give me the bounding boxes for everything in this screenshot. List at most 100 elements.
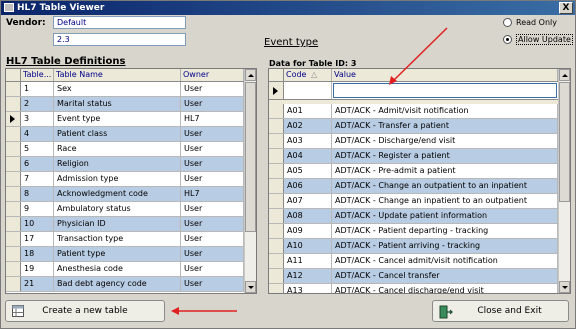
- new-row-editor[interactable]: [269, 82, 558, 100]
- table-row[interactable]: A04 ADT/ACK - Register a patient: [269, 149, 558, 164]
- table-row[interactable]: A07 ADT/ACK - Change an inpatient to an o…: [269, 194, 558, 209]
- cell-code[interactable]: A02: [284, 119, 332, 133]
- cell-code[interactable]: A07: [284, 194, 332, 208]
- row-indicator[interactable]: [269, 209, 284, 223]
- row-indicator[interactable]: [6, 142, 21, 156]
- cell-code[interactable]: A13: [284, 284, 332, 293]
- cell-table-id[interactable]: 19: [21, 262, 54, 276]
- allow-update-radio[interactable]: Allow Update: [503, 34, 573, 45]
- table-row[interactable]: A11 ADT/ACK - Cancel admit/visit notifica…: [269, 254, 558, 269]
- close-window-button[interactable]: X: [559, 2, 573, 14]
- table-row[interactable]: A10 ADT/ACK - Patient arriving - tracking: [269, 239, 558, 254]
- cell-table-name[interactable]: Religion: [54, 157, 181, 171]
- row-indicator[interactable]: [6, 247, 21, 261]
- row-indicator[interactable]: [6, 127, 21, 141]
- cell-value[interactable]: ADT/ACK - Patient departing - tracking: [332, 224, 558, 238]
- cell-code[interactable]: A12: [284, 269, 332, 283]
- row-indicator[interactable]: [269, 194, 284, 208]
- create-table-button[interactable]: Create a new table: [5, 300, 165, 322]
- cell-owner[interactable]: User: [181, 127, 244, 141]
- cell-table-name[interactable]: Admission type: [54, 172, 181, 186]
- scroll-thumb[interactable]: [559, 82, 570, 202]
- cell-value[interactable]: ADT/ACK - Update patient information: [332, 209, 558, 223]
- cell-code[interactable]: A06: [284, 179, 332, 193]
- row-indicator[interactable]: [269, 224, 284, 238]
- allow-update-radio-circle[interactable]: [503, 35, 512, 44]
- table-row[interactable]: A03 ADT/ACK - Discharge/end visit: [269, 134, 558, 149]
- cell-value[interactable]: ADT/ACK - Change an inpatient to an outp…: [332, 194, 558, 208]
- cell-value[interactable]: ADT/ACK - Admit/visit notification: [332, 104, 558, 118]
- row-indicator[interactable]: [269, 254, 284, 268]
- row-indicator[interactable]: [6, 187, 21, 201]
- table-row[interactable]: A05 ADT/ACK - Pre-admit a patient: [269, 164, 558, 179]
- cell-code[interactable]: A11: [284, 254, 332, 268]
- cell-value[interactable]: ADT/ACK - Change an outpatient to an inp…: [332, 179, 558, 193]
- scroll-up-button[interactable]: [559, 69, 570, 81]
- table-row[interactable]: 21 Bad debt agency code User: [6, 277, 244, 292]
- row-indicator[interactable]: [6, 277, 21, 291]
- cell-table-name[interactable]: Physician ID: [54, 217, 181, 231]
- cell-table-name[interactable]: Marital status: [54, 97, 181, 111]
- table-row[interactable]: 5 Race User: [6, 142, 244, 157]
- cell-owner[interactable]: User: [181, 247, 244, 261]
- cell-table-id[interactable]: 3: [21, 112, 54, 126]
- cell-code[interactable]: A01: [284, 104, 332, 118]
- table-row[interactable]: 6 Religion User: [6, 157, 244, 172]
- table-row[interactable]: A06 ADT/ACK - Change an outpatient to an …: [269, 179, 558, 194]
- row-indicator[interactable]: [6, 97, 21, 111]
- table-row[interactable]: 4 Patient class User: [6, 127, 244, 142]
- scroll-down-button[interactable]: [245, 281, 256, 293]
- cell-table-name[interactable]: Sex: [54, 82, 181, 96]
- table-row[interactable]: A09 ADT/ACK - Patient departing - trackin…: [269, 224, 558, 239]
- row-indicator[interactable]: [269, 149, 284, 163]
- row-indicator[interactable]: [269, 179, 284, 193]
- table-row[interactable]: 19 Anesthesia code User: [6, 262, 244, 277]
- table-row[interactable]: A01 ADT/ACK - Admit/visit notification: [269, 104, 558, 119]
- row-indicator[interactable]: [269, 119, 284, 133]
- table-row[interactable]: 18 Patient type User: [6, 247, 244, 262]
- table-row[interactable]: 8 Acknowledgment code HL7: [6, 187, 244, 202]
- cell-owner[interactable]: HL7: [181, 112, 244, 126]
- vendor-name-field[interactable]: Default: [53, 16, 186, 29]
- scroll-up-button[interactable]: [245, 69, 256, 81]
- table-row[interactable]: A08 ADT/ACK - Update patient information: [269, 209, 558, 224]
- cell-table-id[interactable]: 7: [21, 172, 54, 186]
- cell-table-id[interactable]: 1: [21, 82, 54, 96]
- table-row[interactable]: 17 Transaction type User: [6, 232, 244, 247]
- scroll-thumb[interactable]: [245, 82, 256, 232]
- cell-value[interactable]: ADT/ACK - Cancel admit/visit notificatio…: [332, 254, 558, 268]
- row-indicator[interactable]: [269, 164, 284, 178]
- cell-code[interactable]: A08: [284, 209, 332, 223]
- cell-table-id[interactable]: 6: [21, 157, 54, 171]
- table-row[interactable]: 3 Event type HL7: [6, 112, 244, 127]
- cell-owner[interactable]: User: [181, 202, 244, 216]
- cell-owner[interactable]: User: [181, 232, 244, 246]
- col-code[interactable]: Code △: [284, 69, 332, 81]
- row-indicator[interactable]: [269, 104, 284, 118]
- row-indicator[interactable]: [6, 157, 21, 171]
- cell-table-name[interactable]: Ambulatory status: [54, 202, 181, 216]
- row-indicator[interactable]: [6, 82, 21, 96]
- cell-owner[interactable]: User: [181, 157, 244, 171]
- cell-value[interactable]: ADT/ACK - Register a patient: [332, 149, 558, 163]
- table-row[interactable]: 2 Marital status User: [6, 97, 244, 112]
- cell-table-id[interactable]: 2: [21, 97, 54, 111]
- cell-table-id[interactable]: 18: [21, 247, 54, 261]
- cell-code[interactable]: A05: [284, 164, 332, 178]
- definitions-scrollbar[interactable]: [244, 69, 256, 293]
- table-row[interactable]: A12 ADT/ACK - Cancel transfer: [269, 269, 558, 284]
- cell-code[interactable]: A03: [284, 134, 332, 148]
- cell-table-name[interactable]: Patient class: [54, 127, 181, 141]
- cell-table-name[interactable]: Patient type: [54, 247, 181, 261]
- cell-table-id[interactable]: 10: [21, 217, 54, 231]
- table-row[interactable]: 10 Physician ID User: [6, 217, 244, 232]
- cell-owner[interactable]: User: [181, 97, 244, 111]
- cell-table-name[interactable]: Event type: [54, 112, 181, 126]
- cell-table-name[interactable]: Transaction type: [54, 232, 181, 246]
- new-value-input[interactable]: [333, 83, 557, 98]
- row-indicator[interactable]: [6, 112, 21, 126]
- vendor-version-field[interactable]: 2.3: [53, 33, 186, 46]
- cell-code[interactable]: A10: [284, 239, 332, 253]
- cell-owner[interactable]: User: [181, 82, 244, 96]
- row-indicator[interactable]: [6, 202, 21, 216]
